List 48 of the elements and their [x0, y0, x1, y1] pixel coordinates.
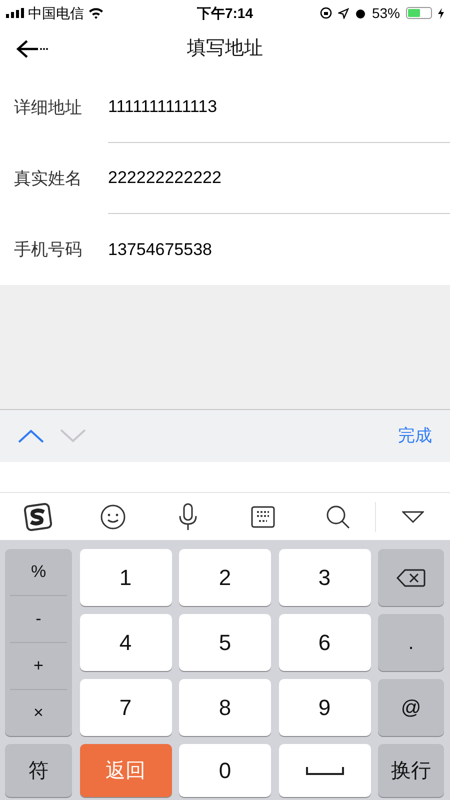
back-arrow-icon [14, 38, 48, 60]
field-label: 手机号码 [13, 238, 83, 261]
keyboard-key[interactable]: 1 [80, 549, 172, 606]
keyboard-icon[interactable] [250, 506, 274, 528]
carrier-name: 中国电信 [28, 4, 84, 22]
keyboard-key[interactable]: 3 [278, 549, 370, 606]
space-icon [306, 766, 344, 776]
microphone-icon[interactable] [178, 502, 198, 530]
status-time: 下午7:14 [196, 4, 254, 22]
symbol-key[interactable]: - [10, 596, 67, 643]
input-method-logo-icon[interactable] [22, 502, 52, 532]
signal-icon [6, 8, 24, 18]
charging-icon [438, 8, 444, 18]
text-field[interactable]: 13754675538 [108, 214, 450, 285]
keyboard-key[interactable]: 5 [179, 614, 271, 671]
keyboard-key[interactable]: @ [378, 679, 444, 736]
keyboard-key[interactable]: 6 [278, 614, 370, 671]
chevron-up-icon [18, 429, 44, 443]
keyboard-key[interactable]: 换行 [378, 744, 444, 797]
symbol-key[interactable]: × [10, 690, 67, 736]
text-field[interactable]: 222222222222 [108, 143, 450, 214]
search-icon[interactable] [324, 504, 350, 530]
rotation-lock-icon [320, 7, 332, 19]
text-field[interactable]: 1111111111113 [108, 72, 450, 143]
keyboard-key[interactable]: 4 [80, 614, 172, 671]
backspace-icon [396, 568, 426, 588]
symbol-key[interactable]: % [10, 549, 67, 596]
keyboard-key[interactable]: 7 [80, 679, 172, 736]
hide-keyboard-icon[interactable] [402, 510, 424, 522]
field-label: 详细地址 [13, 96, 83, 119]
smiley-icon[interactable] [100, 504, 126, 530]
field-label: 真实姓名 [13, 168, 83, 190]
keyboard-key[interactable]: 8 [179, 679, 271, 736]
keyboard-key[interactable]: 2 [179, 549, 271, 606]
battery-percent: 53% [372, 4, 400, 22]
symbol-key[interactable]: + [10, 643, 67, 690]
keyboard-key[interactable]: 9 [278, 679, 370, 736]
page-title: 填写地址 [187, 36, 263, 61]
chevron-down-icon [60, 429, 86, 443]
previous-field-button[interactable] [18, 429, 44, 443]
location-icon [338, 8, 349, 18]
keyboard-key[interactable]: . [378, 614, 444, 671]
wifi-icon [88, 7, 104, 19]
battery-icon [406, 7, 432, 19]
space-key[interactable] [278, 744, 370, 797]
keyboard-key[interactable]: 符 [5, 744, 72, 797]
backspace-key[interactable] [378, 549, 444, 606]
keyboard-key[interactable]: 0 [179, 744, 271, 797]
